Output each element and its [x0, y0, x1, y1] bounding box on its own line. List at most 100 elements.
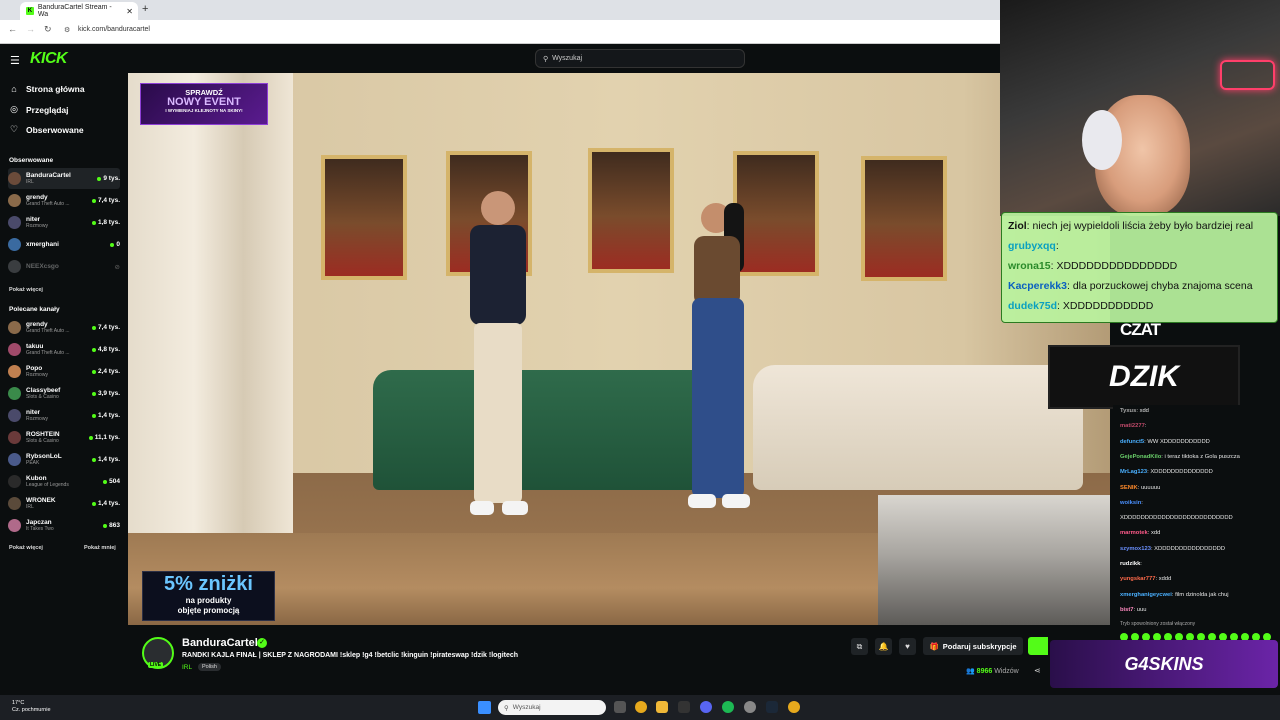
chat-text: XDDDDDDDDDDDDDDDDDDDDDDDDDD: [1120, 515, 1233, 522]
show-less-button[interactable]: Pokaż mniej: [84, 545, 116, 551]
channel-name: BanduraCartel: [26, 172, 71, 179]
terminal-icon[interactable]: [678, 701, 690, 713]
channel-item[interactable]: Classybeef Slots & Casino 3,9 tys.: [8, 383, 120, 404]
viewer-label: Widzów: [994, 668, 1019, 675]
chat-username[interactable]: SENIK: [1120, 485, 1138, 491]
live-dot-icon: [91, 501, 96, 506]
reload-icon[interactable]: ↻: [44, 24, 52, 35]
browser-tab[interactable]: K BanduraCartel Stream - Wa ✕: [20, 2, 138, 20]
stream-tag[interactable]: Polish: [198, 663, 221, 671]
live-badge: LIVE: [148, 662, 164, 668]
chat-username[interactable]: bist7: [1120, 607, 1134, 613]
url-field[interactable]: kick.com/banduracartel: [78, 26, 150, 33]
chat-text: uuu: [1136, 606, 1147, 613]
video-player[interactable]: [128, 73, 1110, 625]
kick-logo[interactable]: KICK: [30, 50, 68, 68]
chat-username[interactable]: marmotek: [1120, 530, 1148, 536]
follow-button[interactable]: [1028, 637, 1048, 655]
channel-name: niter: [26, 216, 41, 223]
task-view-icon[interactable]: [614, 701, 626, 713]
sidebar-nav-label: Przeglądaj: [26, 104, 69, 115]
heart-icon[interactable]: ♥: [899, 638, 916, 655]
channel-item[interactable]: RybsonLoL PEAK 1,4 tys.: [8, 449, 120, 470]
channel-viewers: 504: [103, 478, 120, 485]
show-more-followed[interactable]: Pokaż więcej: [9, 287, 43, 293]
sidebar-nav-2[interactable]: ♡ Obserwowane: [9, 124, 84, 135]
chat-message: XDDDDDDDDDDDDDDDDDDDDDDDDDD: [1120, 515, 1233, 521]
heart-icon: ♡: [9, 124, 19, 134]
channel-name: grendy: [26, 321, 48, 328]
overlay-chat-message: Ziol: niech jej wypieldoli liścia żeby b…: [1008, 220, 1254, 232]
chat-username[interactable]: xmerghanigeycwei: [1120, 592, 1172, 598]
discount-promo-banner[interactable]: 5% zniżki na produkty objęte promocją: [142, 571, 275, 621]
steam-icon[interactable]: [766, 701, 778, 713]
live-dot-icon: [103, 479, 108, 484]
search-placeholder: Wyszukaj: [552, 55, 583, 62]
close-tab-icon[interactable]: ✕: [126, 7, 133, 16]
person-woman: [688, 203, 750, 508]
site-info-icon[interactable]: ⚙: [64, 26, 70, 34]
channel-category: It Takes Two: [26, 526, 54, 532]
taskbar-search-input[interactable]: ⚲ Wyszukaj: [498, 700, 606, 715]
channel-item[interactable]: Popo Rozmowy 2,4 tys.: [8, 361, 120, 382]
channel-item[interactable]: grendy Grand Theft Auto ... 7,4 tys.: [8, 190, 120, 211]
new-tab-button[interactable]: +: [142, 3, 148, 15]
windows-start-icon[interactable]: [478, 701, 491, 714]
avatar: [8, 194, 21, 207]
chrome-icon[interactable]: [635, 701, 647, 713]
chat-text: uuuuuu: [1140, 484, 1161, 491]
chat-message: defunct5: WW XDDDDDDDDDDD: [1120, 438, 1210, 445]
channel-item[interactable]: Japczan It Takes Two 863: [8, 515, 120, 536]
chat-overlay: Ziol: niech jej wypieldoli liścia żeby b…: [1001, 212, 1278, 323]
forward-icon[interactable]: →: [26, 24, 35, 34]
live-dot-icon: [91, 220, 96, 225]
sidebar-nav-1[interactable]: ◎ Przeglądaj: [9, 104, 69, 115]
chat-username[interactable]: MrLag123: [1120, 469, 1147, 475]
channel-viewers: 2,4 tys.: [91, 368, 120, 375]
chat-username[interactable]: GejePonadKilo: [1120, 454, 1161, 460]
channel-item[interactable]: Kubon League of Legends 504: [8, 471, 120, 492]
chat-username[interactable]: defunct5: [1120, 439, 1144, 445]
channel-item[interactable]: BanduraCartel IRL 9 tys.: [8, 168, 120, 189]
chat-username[interactable]: mati2277: [1120, 423, 1145, 429]
clip-icon[interactable]: ⧉: [851, 638, 868, 655]
chat-username[interactable]: woiksin: [1120, 500, 1141, 506]
channel-name: RybsonLoL: [26, 453, 62, 460]
chat-text: XDDDDDDDDDDDDDD: [1150, 469, 1213, 476]
headset: [1082, 110, 1122, 170]
channel-item[interactable]: ROSHTEIN Slots & Casino 11,1 tys.: [8, 427, 120, 448]
event-promo-banner[interactable]: SPRAWDŹ NOWY EVENT I WYMIENIAJ KLEJNOTY …: [140, 83, 268, 125]
chat-username[interactable]: rudzikk: [1120, 561, 1140, 567]
channel-viewers: 1,8 tys.: [91, 219, 120, 226]
chat-text: xdd: [1139, 408, 1149, 414]
avatar: [8, 431, 21, 444]
channel-item[interactable]: xmerghani 0: [8, 234, 120, 255]
show-more-recommended[interactable]: Pokaż więcej: [9, 545, 43, 551]
menu-icon[interactable]: ☰: [10, 54, 20, 67]
spotify-icon[interactable]: [722, 701, 734, 713]
back-icon[interactable]: ←: [8, 24, 17, 34]
streamer-name[interactable]: BanduraCartel: [182, 637, 258, 649]
channel-item[interactable]: niter Rozmowy 1,4 tys.: [8, 405, 120, 426]
chat-username[interactable]: szymox123: [1120, 546, 1151, 552]
gift-subscription-button[interactable]: 🎁 Podaruj subskrypcje: [923, 637, 1023, 655]
chat-username[interactable]: yungskar777: [1120, 576, 1155, 582]
chat-username[interactable]: Tyxus: [1120, 408, 1136, 414]
bell-icon[interactable]: 🔔: [875, 638, 892, 655]
obs-icon[interactable]: [744, 701, 756, 713]
stream-category[interactable]: IRL: [182, 664, 192, 671]
live-dot-icon: [97, 176, 102, 181]
share-icon[interactable]: ⋖: [1034, 666, 1041, 675]
discord-icon[interactable]: [700, 701, 712, 713]
chrome-icon-2[interactable]: [788, 701, 800, 713]
search-input[interactable]: ⚲ Wyszukaj: [535, 49, 745, 68]
overlay-chat-text: dla porzuckowej chyba znajoma scena: [1072, 280, 1253, 292]
sidebar-nav-0[interactable]: ⌂ Strona główna: [9, 84, 84, 94]
channel-item[interactable]: grendy Grand Theft Auto ... 7,4 tys.: [8, 317, 120, 338]
channel-item[interactable]: WRONEK IRL 1,4 tys.: [8, 493, 120, 514]
channel-item[interactable]: takuu Grand Theft Auto ... 4,8 tys.: [8, 339, 120, 360]
file-explorer-icon[interactable]: [656, 701, 668, 713]
weather-widget[interactable]: 17°C Cz. pochmurnie: [12, 700, 51, 714]
channel-item[interactable]: NEEXcsgo ⊘: [8, 256, 120, 277]
channel-item[interactable]: niter Rozmowy 1,8 tys.: [8, 212, 120, 233]
